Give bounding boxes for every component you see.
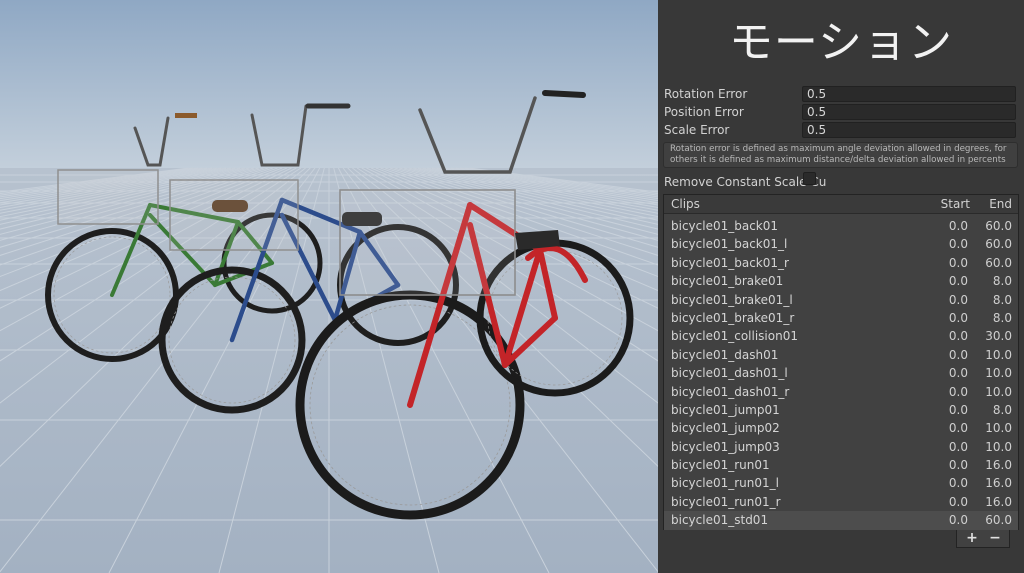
inspector-panel: モーション Rotation Error 0.5 Position Error … [658,0,1024,573]
clip-start[interactable]: 0.0 [949,217,968,235]
remove-constant-scale-row: Remove Constant Scale Cu [664,171,864,189]
clip-name: bicycle01_dash01_r [671,384,790,399]
scale-error-field[interactable]: 0.5 [802,122,1016,138]
remove-constant-scale-label: Remove Constant Scale Cu [664,175,827,189]
clips-header-name: Clips [671,197,700,211]
clip-end[interactable]: 60.0 [985,254,1012,272]
clip-name: bicycle01_jump03 [671,439,780,454]
clip-end[interactable]: 10.0 [985,419,1012,437]
clip-name: bicycle01_run01 [671,458,770,473]
clip-name: bicycle01_std01 [671,513,769,528]
position-error-field[interactable]: 0.5 [802,104,1016,120]
clip-end[interactable]: 60.0 [985,235,1012,253]
clip-name: bicycle01_back01_r [671,255,789,270]
clip-name: bicycle01_jump02 [671,421,780,436]
clips-footer: + − [956,530,1010,548]
clip-start[interactable]: 0.0 [949,291,968,309]
clip-name: bicycle01_run01_l [671,476,779,491]
clip-start[interactable]: 0.0 [949,235,968,253]
clip-end[interactable]: 16.0 [985,474,1012,492]
clip-end[interactable]: 8.0 [993,272,1012,290]
clip-end[interactable]: 10.0 [985,346,1012,364]
clip-start[interactable]: 0.0 [949,493,968,511]
clip-name: bicycle01_back01_l [671,237,788,252]
clips-list: Clips Start End bicycle01_back01 0.0 60.0 b… [663,194,1019,530]
remove-constant-scale-checkbox[interactable] [803,172,816,185]
clip-row[interactable]: bicycle01_jump02 0.0 10.0 [664,419,1018,437]
clip-start[interactable]: 0.0 [949,383,968,401]
clip-row[interactable]: bicycle01_back01_l 0.0 60.0 [664,235,1018,253]
clip-row[interactable]: bicycle01_brake01_r 0.0 8.0 [664,309,1018,327]
clip-row[interactable]: bicycle01_collision01 0.0 30.0 [664,327,1018,345]
clip-row[interactable]: bicycle01_run01_r 0.0 16.0 [664,493,1018,511]
clip-name: bicycle01_brake01 [671,274,784,289]
clips-header-end: End [989,197,1012,211]
clip-row[interactable]: bicycle01_std01 0.0 60.0 [664,511,1018,530]
rotation-error-field[interactable]: 0.5 [802,86,1016,102]
clip-start[interactable]: 0.0 [949,511,968,529]
clip-row[interactable]: bicycle01_dash01 0.0 10.0 [664,346,1018,364]
clip-end[interactable]: 16.0 [985,456,1012,474]
clip-rows: bicycle01_back01 0.0 60.0 bicycle01_back01_… [664,217,1018,530]
clip-name: bicycle01_collision01 [671,329,798,344]
rotation-error-row: Rotation Error 0.5 [664,86,1018,102]
clip-row[interactable]: bicycle01_run01_l 0.0 16.0 [664,474,1018,492]
clip-start[interactable]: 0.0 [949,438,968,456]
clip-end[interactable]: 8.0 [993,291,1012,309]
sky [0,0,658,168]
clip-end[interactable]: 30.0 [985,327,1012,345]
clip-end[interactable]: 60.0 [985,217,1012,235]
clips-header-start: Start [940,197,970,211]
add-clip-button[interactable]: + [960,530,984,547]
clip-name: bicycle01_jump01 [671,402,780,417]
clip-row[interactable]: bicycle01_jump03 0.0 10.0 [664,438,1018,456]
clip-end[interactable]: 10.0 [985,438,1012,456]
clip-row[interactable]: bicycle01_brake01_l 0.0 8.0 [664,291,1018,309]
clip-row[interactable]: bicycle01_jump01 0.0 8.0 [664,401,1018,419]
panel-title: モーション [728,17,954,68]
clip-start[interactable]: 0.0 [949,346,968,364]
clip-start[interactable]: 0.0 [949,474,968,492]
clip-end[interactable]: 60.0 [985,511,1012,529]
clip-row[interactable]: bicycle01_brake01 0.0 8.0 [664,272,1018,290]
scene-viewport[interactable] [0,0,658,573]
rotation-error-label: Rotation Error [664,87,748,101]
clip-start[interactable]: 0.0 [949,364,968,382]
clip-name: bicycle01_run01_r [671,494,781,509]
clip-name: bicycle01_brake01_l [671,292,793,307]
clip-name: bicycle01_dash01 [671,347,779,362]
clip-row[interactable]: bicycle01_dash01_r 0.0 10.0 [664,383,1018,401]
clip-start[interactable]: 0.0 [949,309,968,327]
error-help-box: Rotation error is defined as maximum ang… [663,142,1018,168]
clip-start[interactable]: 0.0 [949,401,968,419]
clip-start[interactable]: 0.0 [949,419,968,437]
scale-error-row: Scale Error 0.5 [664,122,1018,138]
position-error-row: Position Error 0.5 [664,104,1018,120]
clip-row[interactable]: bicycle01_back01 0.0 60.0 [664,217,1018,235]
clip-name: bicycle01_dash01_l [671,366,788,381]
clip-start[interactable]: 0.0 [949,327,968,345]
clip-row[interactable]: bicycle01_dash01_l 0.0 10.0 [664,364,1018,382]
clip-start[interactable]: 0.0 [949,272,968,290]
clip-end[interactable]: 8.0 [993,401,1012,419]
clips-header: Clips Start End [664,195,1018,214]
clip-start[interactable]: 0.0 [949,254,968,272]
clip-end[interactable]: 8.0 [993,309,1012,327]
clip-start[interactable]: 0.0 [949,456,968,474]
scale-error-label: Scale Error [664,123,730,137]
clip-end[interactable]: 10.0 [985,383,1012,401]
clip-row[interactable]: bicycle01_run01 0.0 16.0 [664,456,1018,474]
remove-clip-button[interactable]: − [983,530,1007,547]
clip-end[interactable]: 16.0 [985,493,1012,511]
clip-end[interactable]: 10.0 [985,364,1012,382]
clip-name: bicycle01_back01 [671,219,779,233]
position-error-label: Position Error [664,105,744,119]
clip-row[interactable]: bicycle01_back01_r 0.0 60.0 [664,254,1018,272]
clip-name: bicycle01_brake01_r [671,310,795,325]
